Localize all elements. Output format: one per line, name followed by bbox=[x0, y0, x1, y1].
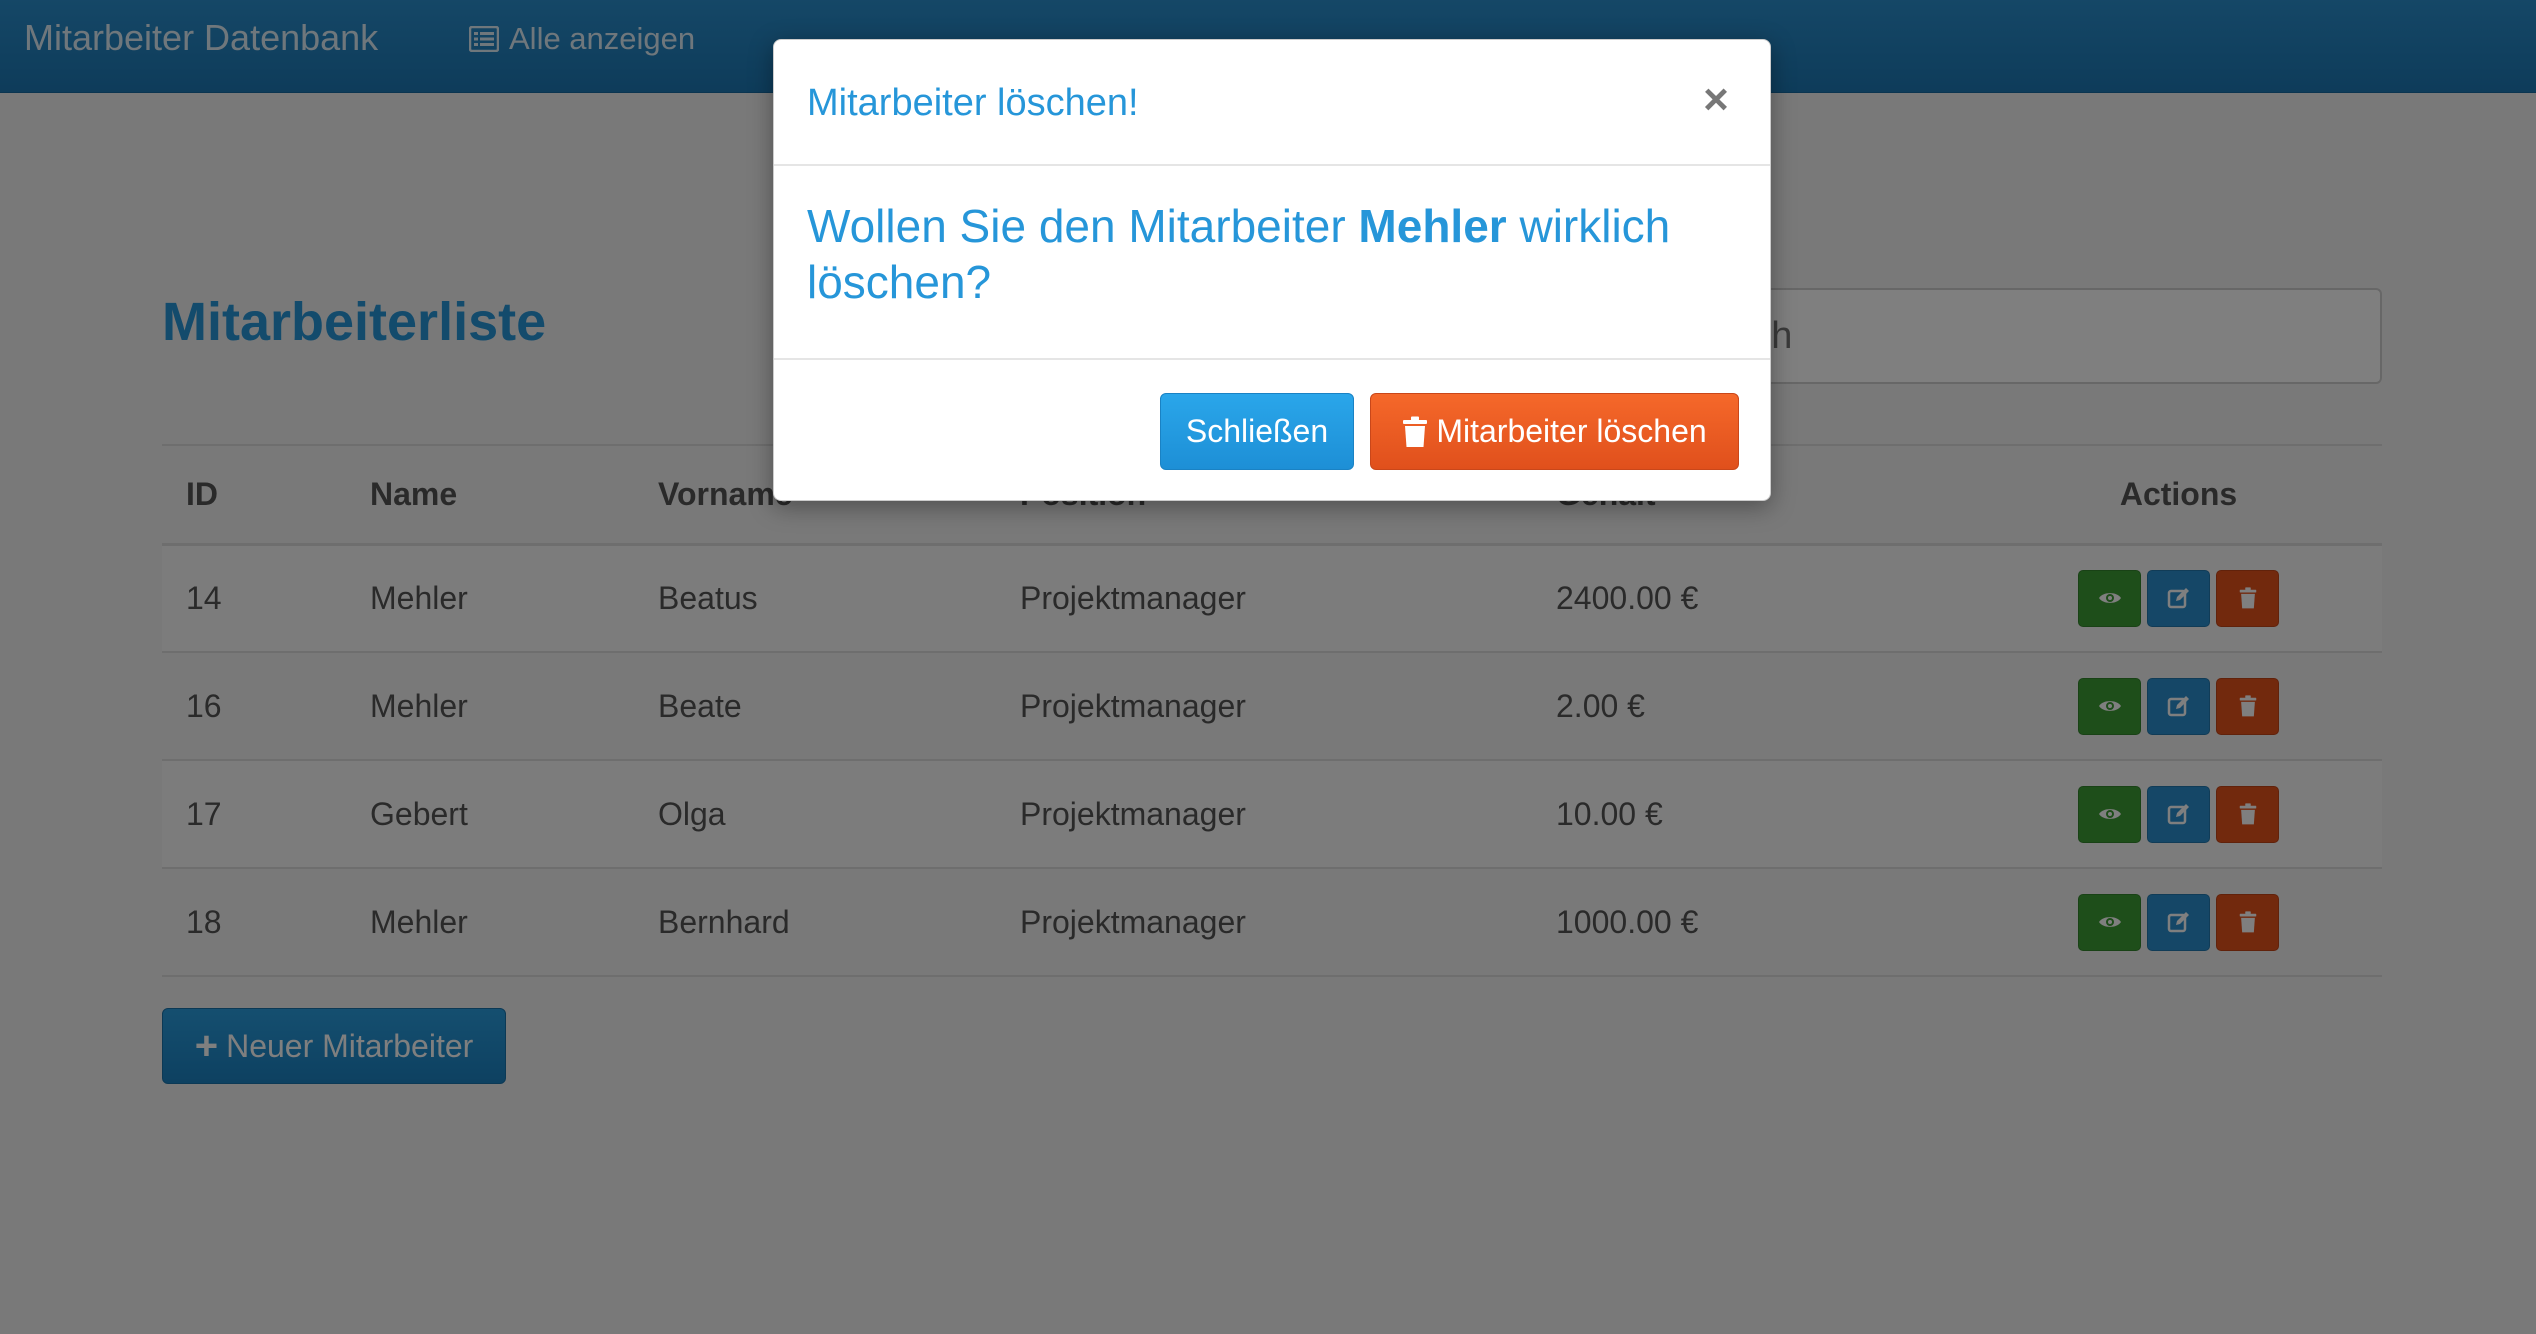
delete-modal: Mitarbeiter löschen! × Wollen Sie den Mi… bbox=[773, 39, 1771, 501]
confirm-delete-label: Mitarbeiter löschen bbox=[1436, 413, 1707, 449]
trash-icon bbox=[1403, 416, 1428, 447]
close-icon[interactable]: × bbox=[1694, 78, 1738, 122]
modal-header: Mitarbeiter löschen! × bbox=[774, 40, 1770, 166]
confirm-delete-button[interactable]: Mitarbeiter löschen bbox=[1370, 393, 1739, 470]
modal-body: Wollen Sie den Mitarbeiter Mehler wirkli… bbox=[774, 166, 1770, 360]
modal-footer: Schließen Mitarbeiter löschen bbox=[774, 360, 1770, 500]
modal-title: Mitarbeiter löschen! bbox=[807, 82, 1139, 124]
modal-employee-name: Mehler bbox=[1358, 200, 1507, 252]
close-button[interactable]: Schließen bbox=[1160, 393, 1354, 470]
modal-message-start: Wollen Sie den Mitarbeiter bbox=[807, 200, 1359, 252]
